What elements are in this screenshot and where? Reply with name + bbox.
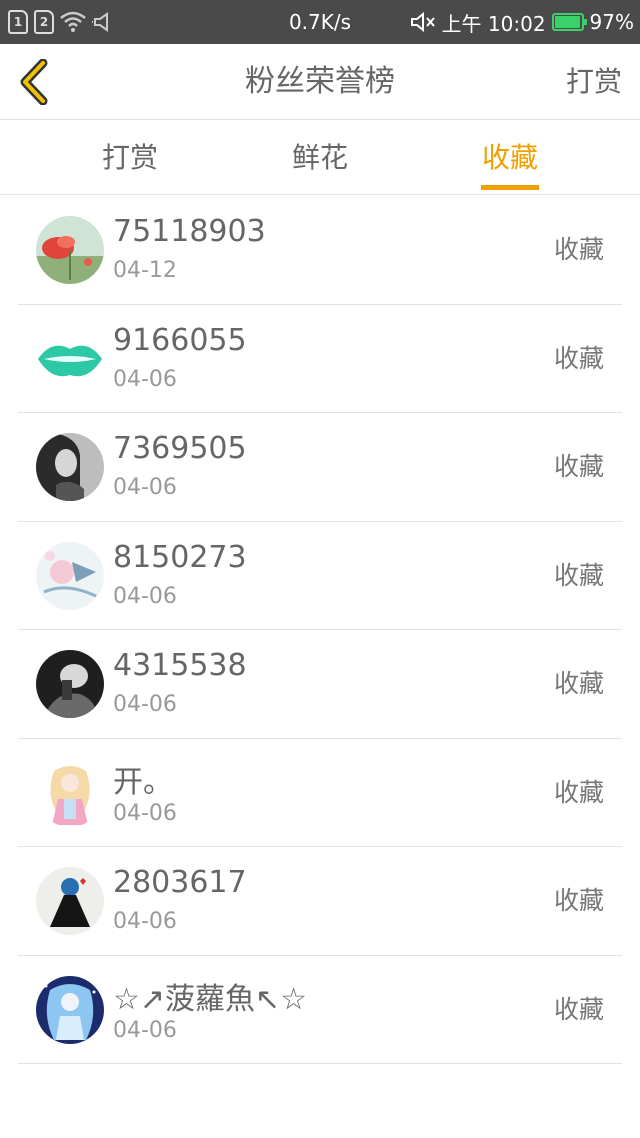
fan-action-label: 收藏 [553, 452, 604, 481]
fan-action-label: 收藏 [553, 235, 604, 264]
fan-name: 8150273 [113, 539, 247, 575]
list-item[interactable]: ☆↗菠蘿魚↖☆ 04-06 收藏 [0, 956, 640, 1064]
sim2-icon: 2 [34, 10, 54, 34]
battery-icon [551, 13, 587, 31]
blue-anime-avatar[interactable] [36, 975, 104, 1044]
list-item[interactable]: 75118903 04-12 收藏 [0, 196, 640, 305]
fan-name: 9166055 [113, 322, 247, 358]
tab-favorites[interactable]: 收藏 [450, 121, 570, 195]
wifi-icon [60, 11, 86, 32]
fan-date: 04-12 [113, 258, 177, 283]
divider [18, 1063, 622, 1064]
mute-icon [410, 11, 435, 33]
dark-dress-avatar[interactable] [36, 867, 104, 935]
active-tab-indicator [481, 185, 539, 190]
fan-name: 7369505 [113, 431, 247, 466]
fan-action-label: 收藏 [553, 886, 604, 915]
status-bar: 1 2 0.7K/s 上午 10:02 97% [0, 0, 640, 44]
chevron-left-icon [20, 59, 48, 105]
tab-flowers[interactable]: 鲜花 [260, 121, 380, 195]
fan-action-label: 收藏 [553, 669, 604, 698]
list-item[interactable]: 开。 04-06 收藏 [0, 739, 640, 847]
clock: 上午 10:02 [441, 11, 546, 36]
list-item[interactable]: 9166055 04-06 收藏 [0, 305, 640, 413]
list-item[interactable]: 8150273 04-06 收藏 [0, 522, 640, 630]
fan-name: 2803617 [113, 865, 247, 900]
net-speed: 0.7K/s [288, 10, 352, 34]
fan-date: 04-06 [113, 800, 177, 826]
poppy-flower-avatar[interactable] [36, 216, 104, 284]
fan-list: 75118903 04-12 收藏 9166055 04-06 收藏 73695… [0, 196, 640, 1064]
fan-name: 开。 [113, 764, 173, 800]
list-item[interactable]: 4315538 04-06 收藏 [0, 630, 640, 739]
fan-date: 04-06 [113, 366, 177, 392]
page-title: 粉丝荣誉榜 [245, 64, 395, 99]
fan-action-label: 收藏 [553, 777, 604, 807]
bw-portrait-avatar[interactable] [36, 433, 104, 501]
fan-action-label: 收藏 [553, 343, 604, 373]
tab-reward[interactable]: 打赏 [70, 121, 190, 195]
fan-date: 04-06 [113, 1017, 177, 1043]
fan-action-label: 收藏 [553, 560, 604, 590]
dark-portrait-avatar[interactable] [36, 650, 104, 718]
fan-date: 04-06 [113, 692, 177, 717]
battery-percent: 97% [589, 10, 634, 34]
status-left: 1 2 [8, 10, 116, 34]
fan-date: 04-06 [113, 583, 177, 609]
teal-lips-avatar[interactable] [36, 324, 104, 393]
sim1-icon: 1 [8, 10, 28, 34]
list-item[interactable]: 7369505 04-06 收藏 [0, 413, 640, 522]
status-right: 上午 10:02 97% [410, 0, 634, 44]
tab-bar: 打赏 鲜花 收藏 [0, 121, 640, 195]
fan-name: ☆↗菠蘿魚↖☆ [113, 981, 308, 1017]
fan-action-label: 收藏 [553, 994, 604, 1024]
app-header: 粉丝荣誉榜 打赏 [0, 44, 640, 120]
list-item[interactable]: 2803617 04-06 收藏 [0, 847, 640, 956]
battery-fill [554, 16, 580, 28]
fan-name: 4315538 [113, 648, 247, 683]
anime-girl-avatar[interactable] [36, 758, 104, 827]
illustration-avatar[interactable] [36, 541, 104, 610]
fan-date: 04-06 [113, 909, 177, 934]
back-button[interactable] [14, 56, 54, 108]
reward-button[interactable]: 打赏 [566, 44, 622, 120]
fan-name: 75118903 [113, 214, 266, 249]
fan-date: 04-06 [113, 475, 177, 500]
speaker-signal-icon [92, 12, 108, 32]
